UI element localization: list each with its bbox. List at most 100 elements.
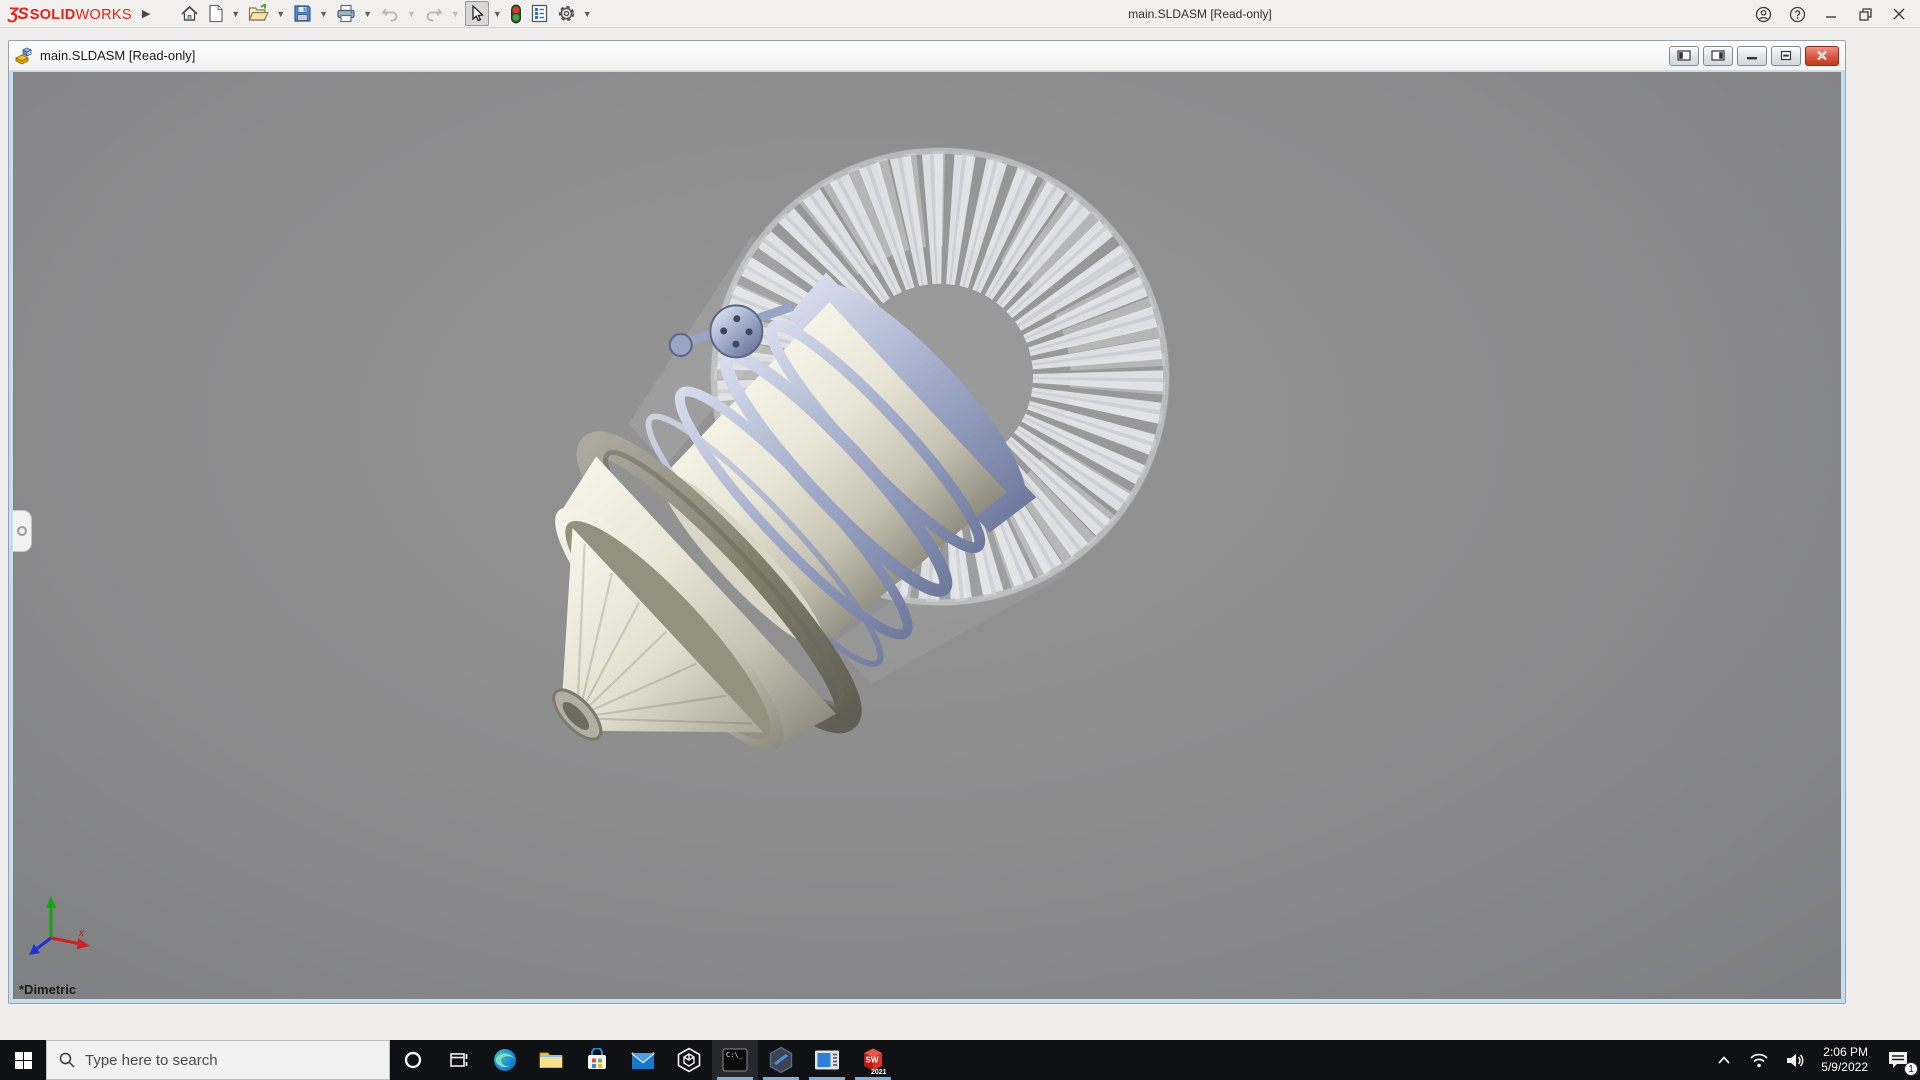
app-titlebar: ƷS SOLID WORKS ▶ ▼ ▼ ▼ ▼ ▼ ▼ ▼ ▼ main.SL… bbox=[0, 0, 1920, 28]
close-icon bbox=[1893, 8, 1905, 20]
collapsed-panel-tab[interactable] bbox=[13, 510, 32, 552]
new-document-dropdown[interactable]: ▼ bbox=[231, 9, 240, 19]
cmd-prompt-text: C:\_ bbox=[726, 1051, 744, 1059]
print-dropdown[interactable]: ▼ bbox=[363, 9, 372, 19]
taskbar-item-command-prompt[interactable]: C:\_ bbox=[712, 1040, 758, 1080]
edge-icon bbox=[494, 1049, 516, 1071]
restore-icon bbox=[1858, 7, 1872, 21]
quick-access-toolbar: ▼ ▼ ▼ ▼ ▼ ▼ ▼ ▼ bbox=[176, 0, 595, 28]
clock-time: 2:06 PM bbox=[1823, 1045, 1868, 1059]
file-properties-button[interactable] bbox=[527, 1, 552, 26]
hexagon-app-icon bbox=[769, 1046, 793, 1074]
taskbar-item-display-app[interactable] bbox=[804, 1040, 850, 1080]
rebuild-button[interactable] bbox=[507, 1, 525, 27]
chevron-up-icon bbox=[1718, 1056, 1730, 1064]
minimize-icon bbox=[1826, 16, 1836, 18]
command-prompt-icon: C:\_ bbox=[722, 1048, 748, 1072]
jet-engine-model bbox=[552, 146, 1170, 751]
volume-button[interactable] bbox=[1777, 1040, 1813, 1080]
expand-menu-arrow-icon[interactable]: ▶ bbox=[142, 7, 150, 20]
mail-icon bbox=[631, 1052, 655, 1069]
taskbar-item-hexagon-app[interactable] bbox=[758, 1040, 804, 1080]
undo-dropdown[interactable]: ▼ bbox=[407, 9, 416, 19]
search-icon bbox=[59, 1052, 75, 1068]
taskbar-item-mail[interactable] bbox=[620, 1040, 666, 1080]
task-view-button[interactable] bbox=[436, 1040, 482, 1080]
doc-restore-button[interactable] bbox=[1771, 45, 1801, 66]
app-window-controls bbox=[1746, 0, 1916, 28]
open-button[interactable] bbox=[245, 1, 272, 26]
right-pane-icon bbox=[1711, 50, 1725, 61]
doc-close-button[interactable] bbox=[1805, 45, 1839, 66]
speaker-icon bbox=[1787, 1053, 1804, 1067]
home-button[interactable] bbox=[177, 1, 202, 26]
new-document-button[interactable] bbox=[204, 1, 227, 26]
select-button[interactable] bbox=[464, 1, 489, 26]
options-dropdown[interactable]: ▼ bbox=[583, 9, 592, 19]
solidworks-logo: ƷS SOLID WORKS bbox=[8, 3, 132, 23]
account-button[interactable] bbox=[1746, 1, 1780, 27]
redo-button[interactable] bbox=[421, 2, 447, 26]
show-right-pane-button[interactable] bbox=[1703, 45, 1733, 66]
redo-dropdown[interactable]: ▼ bbox=[451, 9, 460, 19]
close-button[interactable] bbox=[1882, 1, 1916, 27]
left-pane-icon bbox=[1677, 50, 1691, 61]
hidden-icons-button[interactable] bbox=[1707, 1040, 1741, 1080]
cortana-button[interactable] bbox=[390, 1040, 436, 1080]
search-placeholder: Type here to search bbox=[85, 1051, 218, 1069]
start-button[interactable] bbox=[0, 1040, 46, 1080]
search-input[interactable]: Type here to search bbox=[46, 1040, 390, 1080]
help-icon bbox=[1789, 6, 1805, 22]
task-view-icon bbox=[450, 1053, 468, 1067]
taskbar-item-file-explorer[interactable] bbox=[528, 1040, 574, 1080]
windows-start-icon bbox=[14, 1051, 32, 1069]
action-center-button[interactable]: 1 bbox=[1876, 1040, 1920, 1080]
document-window: main.SLDASM [Read-only] x *Dimetric bbox=[8, 40, 1846, 1004]
save-dropdown[interactable]: ▼ bbox=[319, 9, 328, 19]
taskbar-item-edge[interactable] bbox=[482, 1040, 528, 1080]
triad-x-label: x bbox=[79, 928, 84, 939]
taskbar-item-solidworks[interactable]: SW 2021 bbox=[850, 1040, 896, 1080]
taskbar: Type here to search C:\_ SW 2021 2:06 PM… bbox=[0, 1040, 1920, 1080]
new-document-icon bbox=[209, 4, 223, 23]
document-title: main.SLDASM [Read-only] bbox=[40, 48, 196, 63]
user-account-icon bbox=[1755, 6, 1771, 22]
assembly-document-icon bbox=[15, 47, 32, 64]
restore-button[interactable] bbox=[1848, 1, 1882, 27]
document-titlebar[interactable]: main.SLDASM [Read-only] bbox=[9, 41, 1845, 71]
print-button[interactable] bbox=[333, 1, 359, 26]
select-cursor-icon bbox=[472, 4, 484, 22]
cortana-icon bbox=[404, 1051, 422, 1069]
show-left-pane-button[interactable] bbox=[1669, 45, 1699, 66]
graphics-viewport[interactable]: x *Dimetric bbox=[13, 72, 1841, 999]
open-dropdown[interactable]: ▼ bbox=[276, 9, 285, 19]
gear-icon bbox=[558, 5, 574, 22]
solidworks-app-icon: SW 2021 bbox=[864, 1048, 887, 1075]
help-button[interactable] bbox=[1780, 1, 1814, 27]
wifi-icon bbox=[1750, 1053, 1768, 1068]
network-button[interactable] bbox=[1741, 1040, 1777, 1080]
file-explorer-icon bbox=[539, 1052, 563, 1068]
save-icon bbox=[294, 5, 311, 22]
minimize-button[interactable] bbox=[1814, 1, 1848, 27]
taskbar-clock[interactable]: 2:06 PM 5/9/2022 bbox=[1813, 1040, 1876, 1080]
sw-year-badge: 2021 bbox=[871, 1069, 887, 1075]
clock-date: 5/9/2022 bbox=[1821, 1060, 1868, 1074]
select-dropdown[interactable]: ▼ bbox=[493, 9, 502, 19]
undo-icon bbox=[381, 7, 398, 21]
orientation-triad[interactable]: x bbox=[27, 894, 99, 965]
options-button[interactable] bbox=[554, 1, 579, 26]
taskbar-item-store[interactable] bbox=[574, 1040, 620, 1080]
view-orientation-label: *Dimetric bbox=[19, 982, 77, 997]
taskbar-item-3d-viewer[interactable] bbox=[666, 1040, 712, 1080]
app-title: main.SLDASM [Read-only] bbox=[1128, 7, 1272, 21]
undo-button[interactable] bbox=[377, 2, 403, 26]
sw-logo-text: SW bbox=[866, 1056, 879, 1065]
notification-badge: 1 bbox=[1904, 1062, 1918, 1076]
doc-minimize-button[interactable] bbox=[1737, 45, 1767, 66]
redo-icon bbox=[426, 7, 443, 21]
file-properties-icon bbox=[531, 4, 547, 23]
3d-viewer-icon bbox=[677, 1047, 701, 1073]
ds-logo-icon: ƷS bbox=[8, 3, 29, 23]
save-button[interactable] bbox=[290, 1, 315, 26]
